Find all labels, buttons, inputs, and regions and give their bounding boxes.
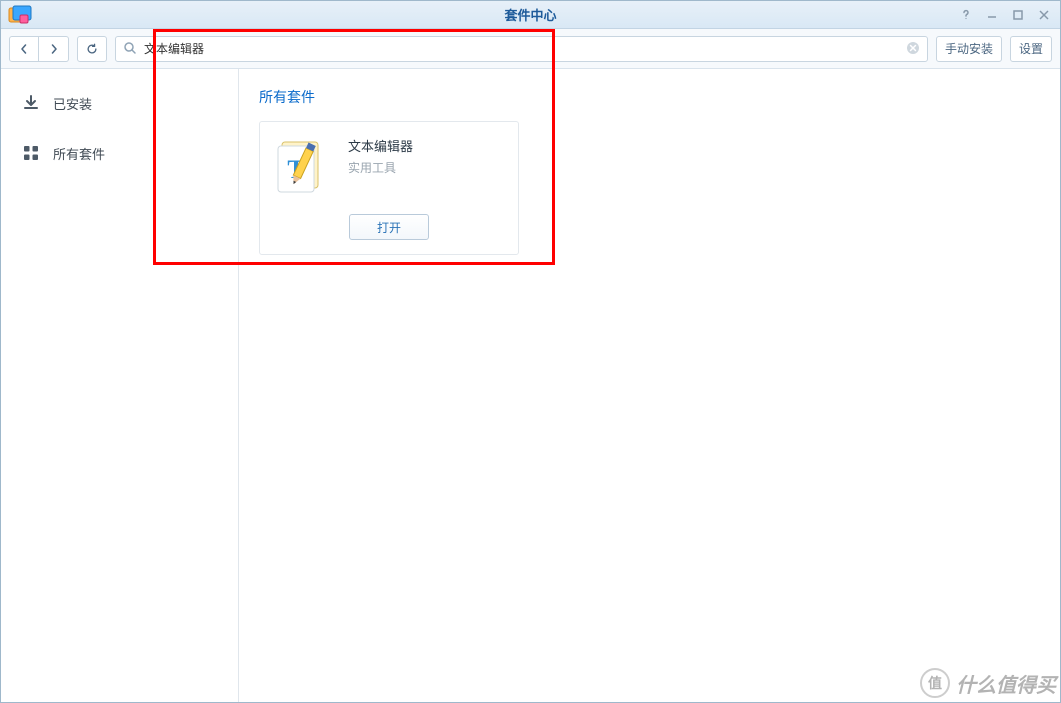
sidebar: 已安装 所有套件 (1, 69, 239, 702)
minimize-icon[interactable] (986, 9, 1002, 21)
help-icon[interactable] (960, 9, 976, 21)
download-icon (21, 93, 41, 113)
section-title: 所有套件 (259, 87, 1040, 107)
package-center-window: 套件中心 (0, 0, 1061, 703)
clear-search-icon[interactable] (906, 41, 920, 58)
maximize-icon[interactable] (1012, 9, 1028, 21)
window-title: 套件中心 (1, 5, 1060, 24)
open-button[interactable]: 打开 (349, 214, 429, 240)
toolbar: 手动安装 设置 (1, 29, 1060, 69)
search-icon (123, 41, 137, 58)
package-category: 实用工具 (348, 159, 413, 176)
back-button[interactable] (9, 36, 39, 62)
content: 所有套件 T (239, 69, 1060, 702)
search-input[interactable] (115, 36, 928, 62)
titlebar: 套件中心 (1, 1, 1060, 29)
sidebar-item-label: 所有套件 (53, 144, 105, 163)
sidebar-item-installed[interactable]: 已安装 (1, 87, 238, 119)
forward-button[interactable] (39, 36, 69, 62)
app-icon (7, 5, 33, 25)
search-wrap (115, 36, 928, 62)
sidebar-item-all-packages[interactable]: 所有套件 (1, 137, 238, 169)
manual-install-button[interactable]: 手动安装 (936, 36, 1002, 62)
window-controls (960, 1, 1054, 29)
nav-group (9, 36, 69, 62)
package-name: 文本编辑器 (348, 136, 413, 155)
settings-button[interactable]: 设置 (1010, 36, 1052, 62)
close-icon[interactable] (1038, 9, 1054, 21)
card-top: T 文本编辑器 实用工具 (274, 136, 504, 196)
card-info: 文本编辑器 实用工具 (348, 136, 413, 176)
sidebar-item-label: 已安装 (53, 94, 92, 113)
grid-icon (21, 143, 41, 163)
body: 已安装 所有套件 所有套件 T (1, 69, 1060, 702)
card-action: 打开 (274, 214, 504, 240)
package-card[interactable]: T 文本编辑器 实用工具 (259, 121, 519, 255)
refresh-button[interactable] (77, 36, 107, 62)
text-editor-icon: T (274, 136, 334, 196)
